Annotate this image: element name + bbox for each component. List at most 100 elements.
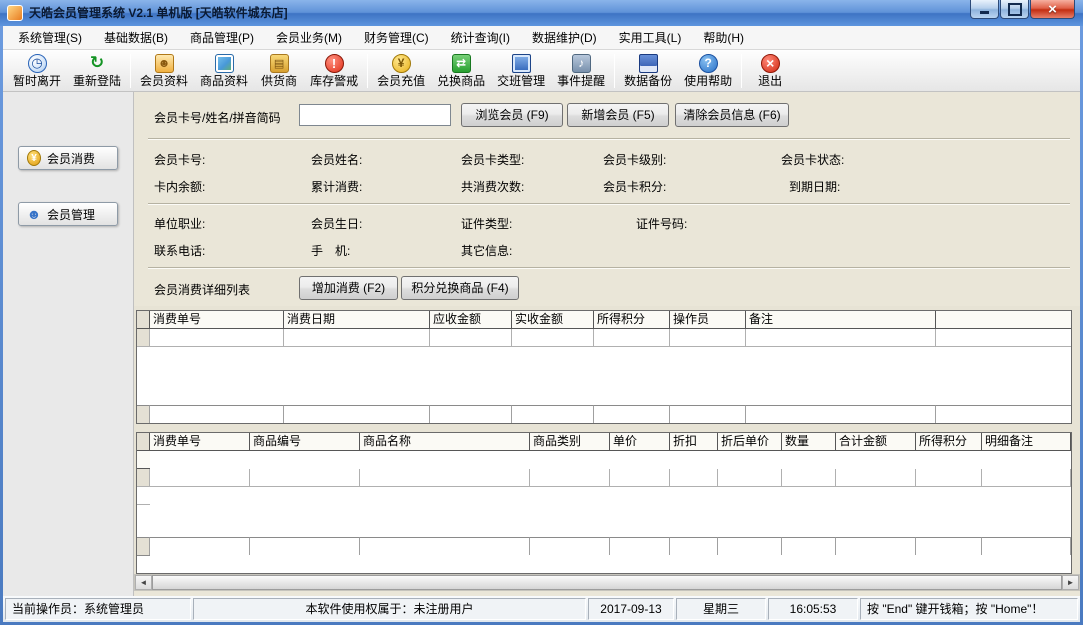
scroll-left-button[interactable]	[135, 575, 152, 590]
column-header: 应收金额	[430, 311, 512, 329]
menu-item-help[interactable]: 帮助(H)	[692, 27, 755, 49]
status-weekday: 星期三	[676, 598, 766, 620]
window-controls	[970, 0, 1075, 19]
column-header: 操作员	[670, 311, 746, 329]
table-row	[137, 329, 1071, 347]
toolbar-backup-button[interactable]: 数据备份	[618, 52, 678, 90]
cell	[594, 329, 670, 347]
menu-bar: 系统管理(S) 基础数据(B) 商品管理(P) 会员业务(M) 财务管理(C) …	[3, 26, 1080, 50]
phone-label: 联系电话:	[154, 242, 205, 259]
title-bar: 天皓会员管理系统 V2.1 单机版 [天皓软件城东店]	[0, 0, 1083, 26]
redeem-points-button[interactable]: 积分兑换商品 (F4)	[401, 276, 519, 300]
menu-item-base-data[interactable]: 基础数据(B)	[93, 27, 179, 49]
id-type-label: 证件类型:	[461, 215, 512, 232]
app-icon	[7, 5, 23, 21]
menu-item-utility-tools[interactable]: 实用工具(L)	[608, 27, 693, 49]
table-row	[137, 537, 1071, 573]
add-member-button[interactable]: 新增会员 (F5)	[567, 103, 669, 127]
toolbar-relogin-button[interactable]: 重新登陆	[67, 52, 127, 90]
cell	[360, 537, 530, 555]
cell	[150, 537, 250, 555]
exit-icon	[761, 54, 780, 73]
id-number-label: 证件号码:	[636, 215, 687, 232]
birthday-label: 会员生日:	[311, 215, 362, 232]
column-header: 所得积分	[594, 311, 670, 329]
shift-monitor-icon	[512, 54, 531, 73]
status-hint: 按 "End" 键开钱箱；按 "Home"！	[860, 598, 1078, 620]
clock-icon	[28, 54, 47, 73]
close-button[interactable]	[1030, 0, 1075, 19]
header-filler	[137, 451, 150, 469]
menu-item-statistics-query[interactable]: 统计查询(I)	[440, 27, 521, 49]
cell	[610, 537, 670, 555]
minimize-button[interactable]	[970, 0, 999, 19]
event-reminder-icon	[572, 54, 591, 73]
app-window: 天皓会员管理系统 V2.1 单机版 [天皓软件城东店] 系统管理(S) 基础数据…	[0, 0, 1083, 625]
column-header: 商品名称	[360, 433, 530, 451]
cell	[137, 555, 150, 573]
cell	[430, 329, 512, 347]
menu-item-system-management[interactable]: 系统管理(S)	[7, 27, 93, 49]
cell	[718, 469, 782, 487]
cell	[670, 469, 718, 487]
clear-member-info-button[interactable]: 清除会员信息 (F6)	[675, 103, 789, 127]
menu-item-finance-management[interactable]: 财务管理(C)	[353, 27, 440, 49]
stock-alert-icon	[325, 54, 344, 73]
cell	[137, 405, 150, 423]
scrollbar-thumb[interactable]	[152, 575, 1062, 590]
toolbar-member-info-button[interactable]: 会员资料	[134, 52, 194, 90]
separator-line	[148, 267, 1070, 269]
add-consume-button[interactable]: 增加消费 (F2)	[299, 276, 398, 300]
table-row	[137, 469, 1071, 505]
main-panel: 会员卡号/姓名/拼音简码 浏览会员 (F9) 新增会员 (F5) 清除会员信息 …	[134, 92, 1080, 596]
cell	[530, 537, 610, 555]
menu-item-product-management[interactable]: 商品管理(P)	[179, 27, 265, 49]
cell	[836, 469, 916, 487]
menu-item-data-maintenance[interactable]: 数据维护(D)	[521, 27, 608, 49]
toolbar-exit-button[interactable]: 退出	[745, 52, 795, 90]
cell	[137, 487, 150, 505]
toolbar-stock-alert-button[interactable]: 库存警戒	[304, 52, 364, 90]
member-search-input[interactable]	[299, 104, 451, 126]
consume-table-header: 消费单号 消费日期 应收金额 实收金额 所得积分 操作员 备注	[137, 311, 1071, 329]
cell	[670, 329, 746, 347]
toolbar-supplier-button[interactable]: 供货商	[254, 52, 304, 90]
total-consume-label: 累计消费:	[311, 178, 362, 195]
sidebar-member-consume-button[interactable]: 会员消费	[18, 146, 118, 170]
toolbar-separator	[741, 54, 742, 88]
horizontal-scrollbar[interactable]	[134, 574, 1080, 591]
cell	[916, 469, 982, 487]
scroll-right-button[interactable]	[1062, 575, 1079, 590]
card-points-label: 会员卡积分:	[603, 178, 666, 195]
toolbar-separator	[130, 54, 131, 88]
sidebar-member-manage-button[interactable]: 会员管理	[18, 202, 118, 226]
toolbar-reminder-button[interactable]: 事件提醒	[551, 52, 611, 90]
toolbar-leave-button[interactable]: 暂时离开	[7, 52, 67, 90]
status-bar: 当前操作员：系统管理员 本软件使用权属于：未注册用户 2017-09-13 星期…	[3, 596, 1080, 622]
mobile-label: 手 机:	[311, 242, 350, 259]
cell	[670, 405, 746, 423]
toolbar-recharge-button[interactable]: 会员充值	[371, 52, 431, 90]
column-header: 数量	[782, 433, 836, 451]
supplier-box-icon	[270, 54, 289, 73]
toolbar-product-info-button[interactable]: 商品资料	[194, 52, 254, 90]
toolbar-exchange-button[interactable]: 兑换商品	[431, 52, 491, 90]
member-manage-icon	[27, 207, 41, 221]
other-info-label: 其它信息:	[461, 242, 512, 259]
row-selector-header	[137, 433, 150, 451]
cell	[982, 469, 1071, 487]
toolbar-help-button[interactable]: 使用帮助	[678, 52, 738, 90]
column-header: 备注	[746, 311, 936, 329]
maximize-button[interactable]	[1000, 0, 1029, 19]
column-header: 折扣	[670, 433, 718, 451]
browse-member-button[interactable]: 浏览会员 (F9)	[461, 103, 563, 127]
cell	[150, 469, 250, 487]
separator-line	[148, 138, 1070, 140]
scrollbar-track[interactable]	[152, 575, 1062, 590]
column-header: 消费单号	[150, 311, 284, 329]
menu-item-member-business[interactable]: 会员业务(M)	[265, 27, 353, 49]
column-header: 商品类别	[530, 433, 610, 451]
toolbar-separator	[367, 54, 368, 88]
consume-table: 消费单号 消费日期 应收金额 实收金额 所得积分 操作员 备注	[136, 310, 1072, 424]
toolbar-shift-button[interactable]: 交班管理	[491, 52, 551, 90]
